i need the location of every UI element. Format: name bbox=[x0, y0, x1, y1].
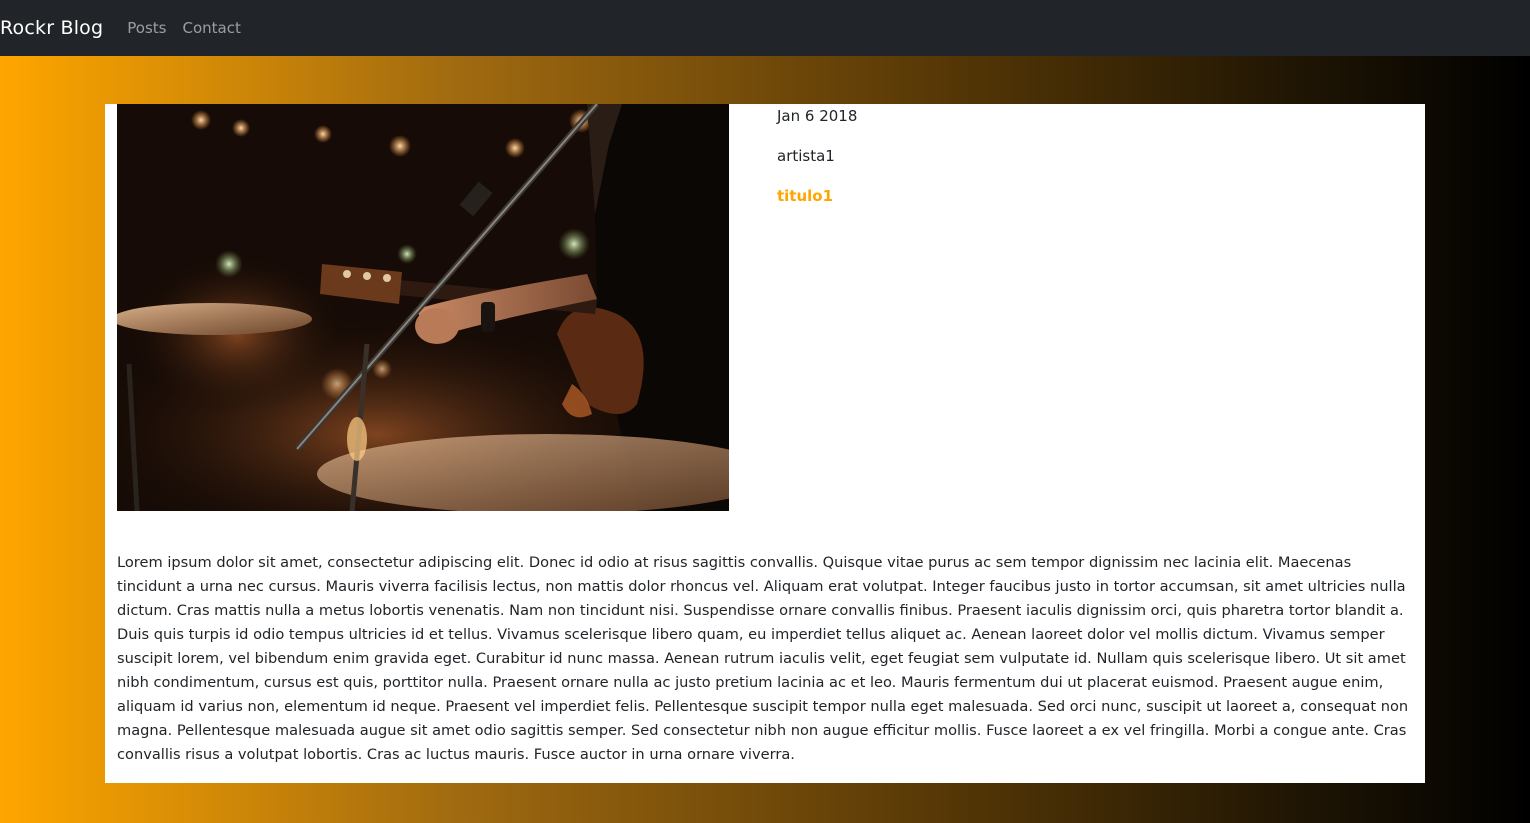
nav-link-posts[interactable]: Posts bbox=[127, 19, 166, 37]
brand-link[interactable]: Rockr Blog bbox=[0, 17, 103, 39]
nav-link-contact[interactable]: Contact bbox=[182, 19, 240, 37]
post-date: Jan 6 2018 bbox=[777, 107, 858, 125]
post-meta: Jan 6 2018 artista1 titulo1 bbox=[777, 107, 857, 205]
post-title-link[interactable]: titulo1 bbox=[777, 187, 857, 205]
post-card: Jan 6 2018 artista1 titulo1 Lorem ipsum … bbox=[105, 104, 1425, 783]
post-body: Lorem ipsum dolor sit amet, consectetur … bbox=[117, 554, 1409, 763]
post-image bbox=[117, 104, 729, 511]
post-artist: artista1 bbox=[777, 147, 835, 165]
top-navbar: Rockr Blog Posts Contact bbox=[0, 0, 1530, 56]
